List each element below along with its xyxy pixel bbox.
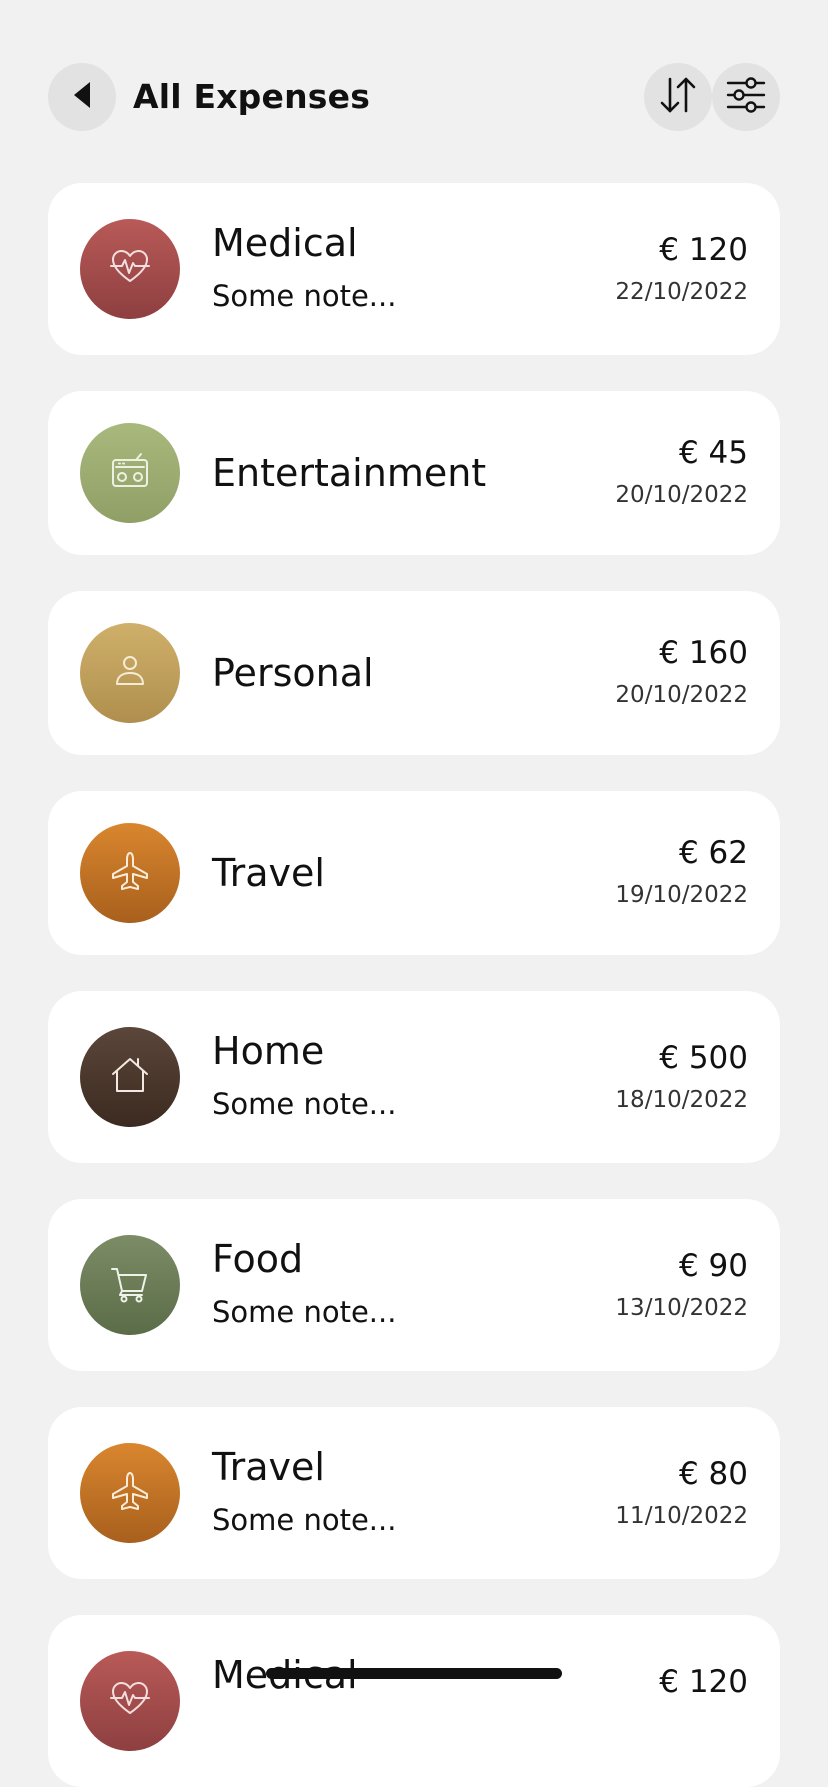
expense-amount: € 80	[678, 1456, 748, 1492]
category-avatar	[80, 219, 180, 319]
expense-date: 13/10/2022	[615, 1295, 748, 1321]
expense-amount: € 62	[678, 835, 748, 871]
category-name: Travel	[212, 851, 325, 895]
page-title: All Expenses	[133, 77, 371, 116]
category-name: Home	[212, 1029, 325, 1073]
category-avatar	[80, 1651, 180, 1751]
sliders-icon	[724, 73, 768, 121]
heartbeat-icon	[108, 1677, 152, 1725]
category-avatar	[80, 423, 180, 523]
expense-card-personal[interactable]: Personal € 160 20/10/2022	[48, 591, 780, 755]
expense-card-travel[interactable]: Travel € 62 19/10/2022	[48, 791, 780, 955]
expense-amount: € 160	[659, 635, 748, 671]
expense-date: 11/10/2022	[615, 1503, 748, 1529]
house-icon	[108, 1053, 152, 1101]
expense-amount: € 120	[659, 232, 748, 268]
expense-date: 20/10/2022	[615, 482, 748, 508]
expense-amount: € 500	[659, 1040, 748, 1076]
category-avatar	[80, 1443, 180, 1543]
expense-date: 22/10/2022	[615, 279, 748, 305]
expense-date: 18/10/2022	[615, 1087, 748, 1113]
back-arrow-icon	[70, 80, 94, 114]
cart-icon	[108, 1261, 152, 1309]
expense-note: Some note...	[212, 1087, 397, 1121]
sort-icon	[656, 73, 700, 121]
heartbeat-icon	[108, 245, 152, 293]
airplane-icon	[108, 849, 152, 897]
expense-card-home[interactable]: Home Some note... € 500 18/10/2022	[48, 991, 780, 1163]
expense-date: 20/10/2022	[615, 682, 748, 708]
expense-note: Some note...	[212, 279, 397, 313]
airplane-icon	[108, 1469, 152, 1517]
expense-amount: € 120	[659, 1664, 748, 1700]
expense-card-travel[interactable]: Travel Some note... € 80 11/10/2022	[48, 1407, 780, 1579]
expense-date: 19/10/2022	[615, 882, 748, 908]
expense-amount: € 90	[678, 1248, 748, 1284]
category-name: Medical	[212, 221, 358, 265]
person-icon	[108, 649, 152, 697]
category-avatar	[80, 1235, 180, 1335]
home-indicator[interactable]	[266, 1668, 562, 1679]
back-button[interactable]	[48, 63, 116, 131]
category-avatar	[80, 823, 180, 923]
category-avatar	[80, 1027, 180, 1127]
expense-card-food[interactable]: Food Some note... € 90 13/10/2022	[48, 1199, 780, 1371]
category-name: Entertainment	[212, 451, 487, 495]
filter-button[interactable]	[712, 63, 780, 131]
category-name: Food	[212, 1237, 304, 1281]
expense-amount: € 45	[678, 435, 748, 471]
category-name: Personal	[212, 651, 374, 695]
expense-card-entertainment[interactable]: Entertainment € 45 20/10/2022	[48, 391, 780, 555]
expense-note: Some note...	[212, 1503, 397, 1537]
category-avatar	[80, 623, 180, 723]
expense-card-medical[interactable]: Medical € 120	[48, 1615, 780, 1787]
expense-note: Some note...	[212, 1295, 397, 1329]
radio-icon	[108, 449, 152, 497]
expense-card-medical[interactable]: Medical Some note... € 120 22/10/2022	[48, 183, 780, 355]
sort-button[interactable]	[644, 63, 712, 131]
header: All Expenses	[0, 0, 828, 170]
category-name: Travel	[212, 1445, 325, 1489]
